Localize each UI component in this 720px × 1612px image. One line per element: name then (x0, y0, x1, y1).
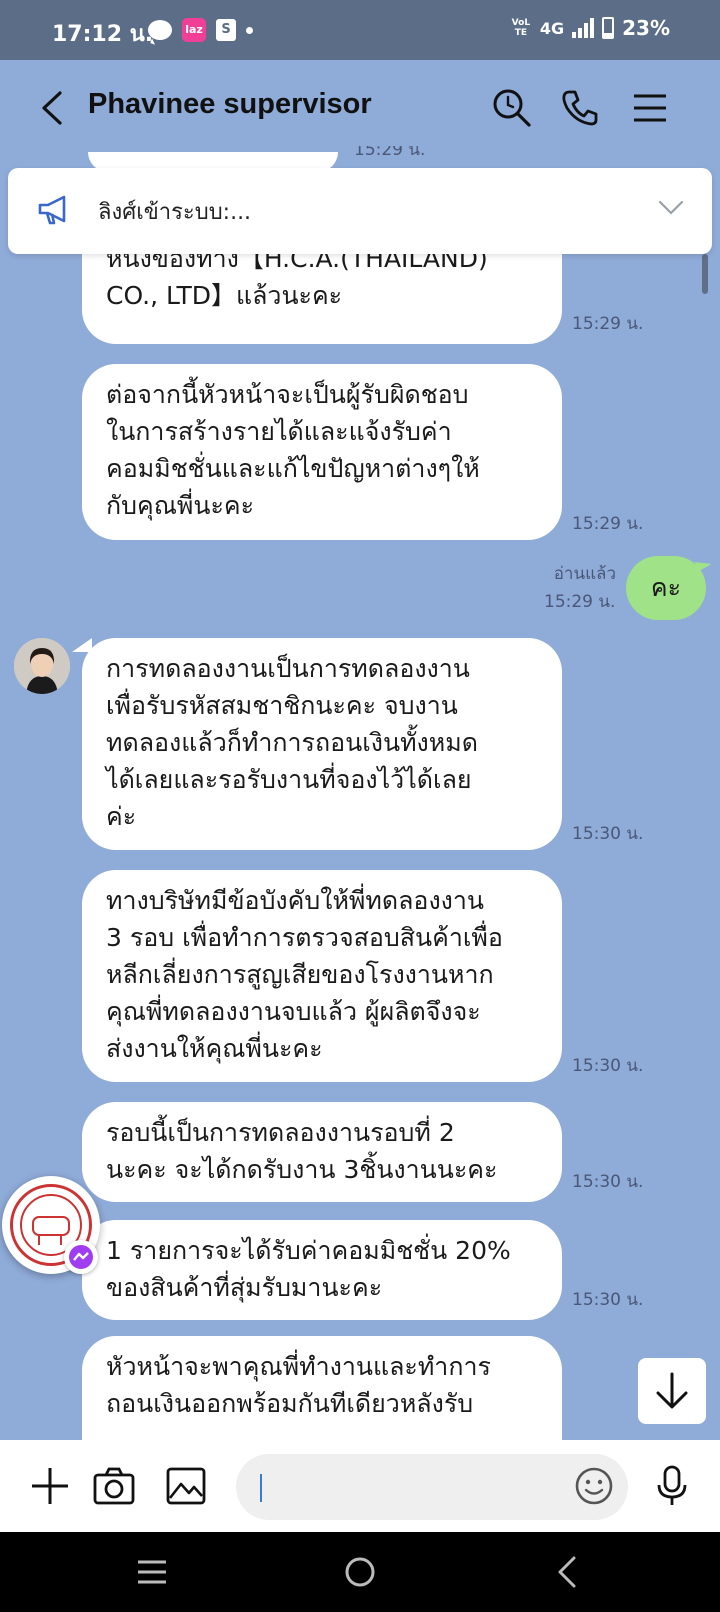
message-input-bar (0, 1440, 720, 1532)
message-time: 15:29 น. (572, 314, 644, 334)
message-bubble[interactable]: ทางบริษัทมีข้อบังคับให้พี่ทดลองงาน 3 รอบ… (82, 870, 562, 1082)
message-bubble[interactable]: 1 รายการจะได้รับค่าคอมมิชชั่น 20% ของสิน… (82, 1220, 562, 1320)
emoji-icon[interactable] (572, 1464, 616, 1508)
chat-notification-icon (148, 20, 172, 40)
text-cursor (260, 1474, 262, 1502)
system-indicators: VoLTE 4G 23% (510, 16, 670, 40)
chevron-down-icon[interactable] (658, 198, 684, 218)
notification-icons: laz S (148, 18, 253, 42)
message-bubble[interactable]: หัวหน้าจะพาคุณพี่ทำงานและทำการ ถอนเงินออ… (82, 1336, 562, 1440)
chat-title: Phavinee supervisor (88, 88, 372, 120)
system-navigation-bar (0, 1532, 720, 1612)
signal-icon (572, 18, 595, 38)
shopee-notification-icon: S (216, 19, 236, 41)
message-time: 15:30 น. (572, 1290, 644, 1310)
megaphone-icon (38, 195, 66, 225)
recent-apps-icon[interactable] (132, 1554, 172, 1590)
messenger-icon[interactable] (64, 1240, 98, 1274)
back-arrow-icon[interactable] (38, 90, 66, 126)
message-input[interactable] (236, 1454, 628, 1520)
partial-timestamp: 15:29 น. (354, 146, 426, 160)
more-notifications-icon (246, 26, 253, 34)
status-bar: 17:12 น. laz S VoLTE 4G 23% (0, 0, 720, 60)
search-icon[interactable] (492, 88, 532, 128)
announcement-text: ลิงศ์เข้าระบบ:... (98, 200, 252, 225)
battery-percent: 23% (622, 16, 670, 40)
status-time: 17:12 น. (52, 22, 154, 47)
scrollbar[interactable] (702, 254, 708, 294)
back-nav-icon[interactable] (548, 1554, 588, 1590)
camera-icon[interactable] (92, 1464, 136, 1508)
plus-icon[interactable] (28, 1464, 72, 1508)
home-icon[interactable] (340, 1554, 380, 1590)
message-bubble[interactable]: รอบนี้เป็นการทดลองงานรอบที่ 2 นะคะ จะได้… (82, 1102, 562, 1202)
read-receipt: อ่านแล้ว (553, 564, 616, 584)
volte-icon: VoLTE (511, 18, 531, 38)
chat-header: Phavinee supervisor (0, 60, 720, 156)
battery-icon (602, 17, 615, 39)
network-type: 4G (539, 18, 565, 38)
avatar[interactable] (14, 638, 70, 694)
lazada-notification-icon: laz (182, 18, 206, 42)
scroll-to-bottom-button[interactable] (638, 1358, 706, 1424)
message-time: 15:29 น. (572, 514, 644, 534)
message-bubble[interactable]: หนึ่งของทาง【H.C.A.(THAILAND) CO., LTD】แล… (82, 254, 562, 344)
message-time: 15:30 น. (572, 1056, 644, 1076)
message-time: 15:30 น. (572, 824, 644, 844)
message-bubble[interactable]: ต่อจากนี้หัวหน้าจะเป็นผู้รับผิดชอบ ในการ… (82, 364, 562, 540)
announcement-banner[interactable]: ลิงศ์เข้าระบบ:... (8, 168, 712, 254)
arrow-down-icon (656, 1372, 688, 1409)
message-time: 15:30 น. (572, 1172, 644, 1192)
phone-icon[interactable] (560, 88, 600, 128)
chat-messages[interactable]: หนึ่งของทาง【H.C.A.(THAILAND) CO., LTD】แล… (0, 254, 720, 1440)
image-icon[interactable] (164, 1464, 208, 1508)
menu-icon[interactable] (630, 88, 670, 128)
my-message-time: 15:29 น. (544, 592, 616, 612)
microphone-icon[interactable] (650, 1464, 694, 1508)
my-message-bubble[interactable]: คะ (626, 556, 706, 620)
avatar-photo (14, 638, 70, 694)
message-bubble[interactable]: การทดลองงานเป็นการทดลองงาน เพื่อรับรหัสส… (72, 638, 562, 850)
